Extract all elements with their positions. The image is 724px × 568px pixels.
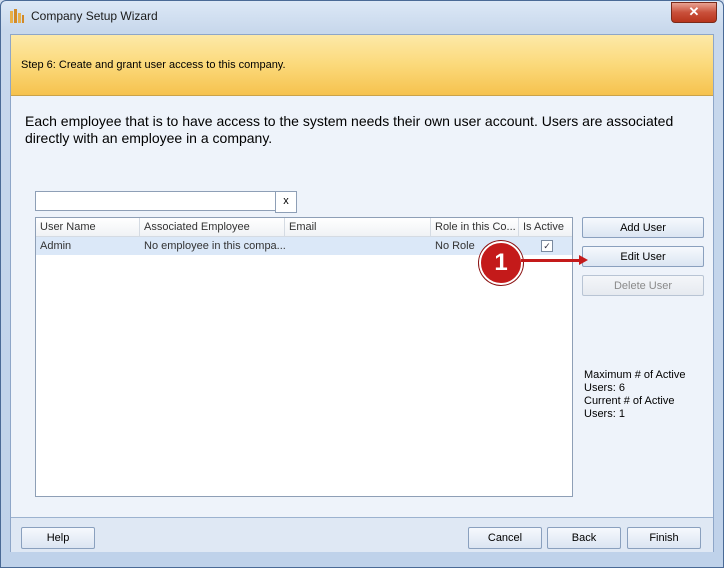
finish-button[interactable]: Finish: [627, 527, 701, 549]
column-header-is-active[interactable]: Is Active: [519, 218, 572, 236]
help-button[interactable]: Help: [21, 527, 95, 549]
max-active-users: Maximum # of Active Users: 6: [584, 369, 686, 394]
app-icon: [10, 9, 24, 23]
edit-user-button[interactable]: Edit User: [582, 246, 704, 267]
column-header-user-name[interactable]: User Name: [36, 218, 140, 236]
wizard-content: Step 6: Create and grant user access to …: [10, 34, 714, 552]
clear-search-button[interactable]: x: [275, 191, 297, 213]
user-count-info: Maximum # of Active Users: 6 Current # o…: [584, 369, 704, 421]
column-header-role[interactable]: Role in this Co...: [431, 218, 519, 236]
title-bar: Company Setup Wizard ✕: [1, 1, 723, 31]
search-input[interactable]: [35, 191, 279, 211]
wizard-window: Company Setup Wizard ✕ Step 6: Create an…: [0, 0, 724, 568]
step-title: Step 6: Create and grant user access to …: [21, 59, 286, 71]
description-text: Each employee that is to have access to …: [25, 113, 674, 146]
grid-header: User Name Associated Employee Email Role…: [36, 218, 572, 237]
add-user-button[interactable]: Add User: [582, 217, 704, 238]
cell-email: [285, 237, 431, 255]
callout-marker: 1: [479, 241, 523, 285]
cancel-button[interactable]: Cancel: [468, 527, 542, 549]
step-banner: Step 6: Create and grant user access to …: [11, 35, 713, 96]
close-button[interactable]: ✕: [671, 2, 717, 23]
cell-associated-employee: No employee in this compa...: [144, 240, 285, 252]
callout-arrow: [521, 259, 581, 262]
cell-user-name: Admin: [40, 240, 72, 252]
column-header-associated-employee[interactable]: Associated Employee: [140, 218, 285, 236]
column-header-email[interactable]: Email: [285, 218, 431, 236]
is-active-checkbox[interactable]: ✓: [541, 240, 553, 252]
window-title: Company Setup Wizard: [31, 9, 158, 23]
callout-arrow-head: [579, 255, 588, 265]
delete-user-button[interactable]: Delete User: [582, 275, 704, 296]
wizard-footer: Help Cancel Back Finish: [11, 517, 713, 552]
back-button[interactable]: Back: [547, 527, 621, 549]
current-active-users: Current # of Active Users: 1: [584, 395, 675, 420]
